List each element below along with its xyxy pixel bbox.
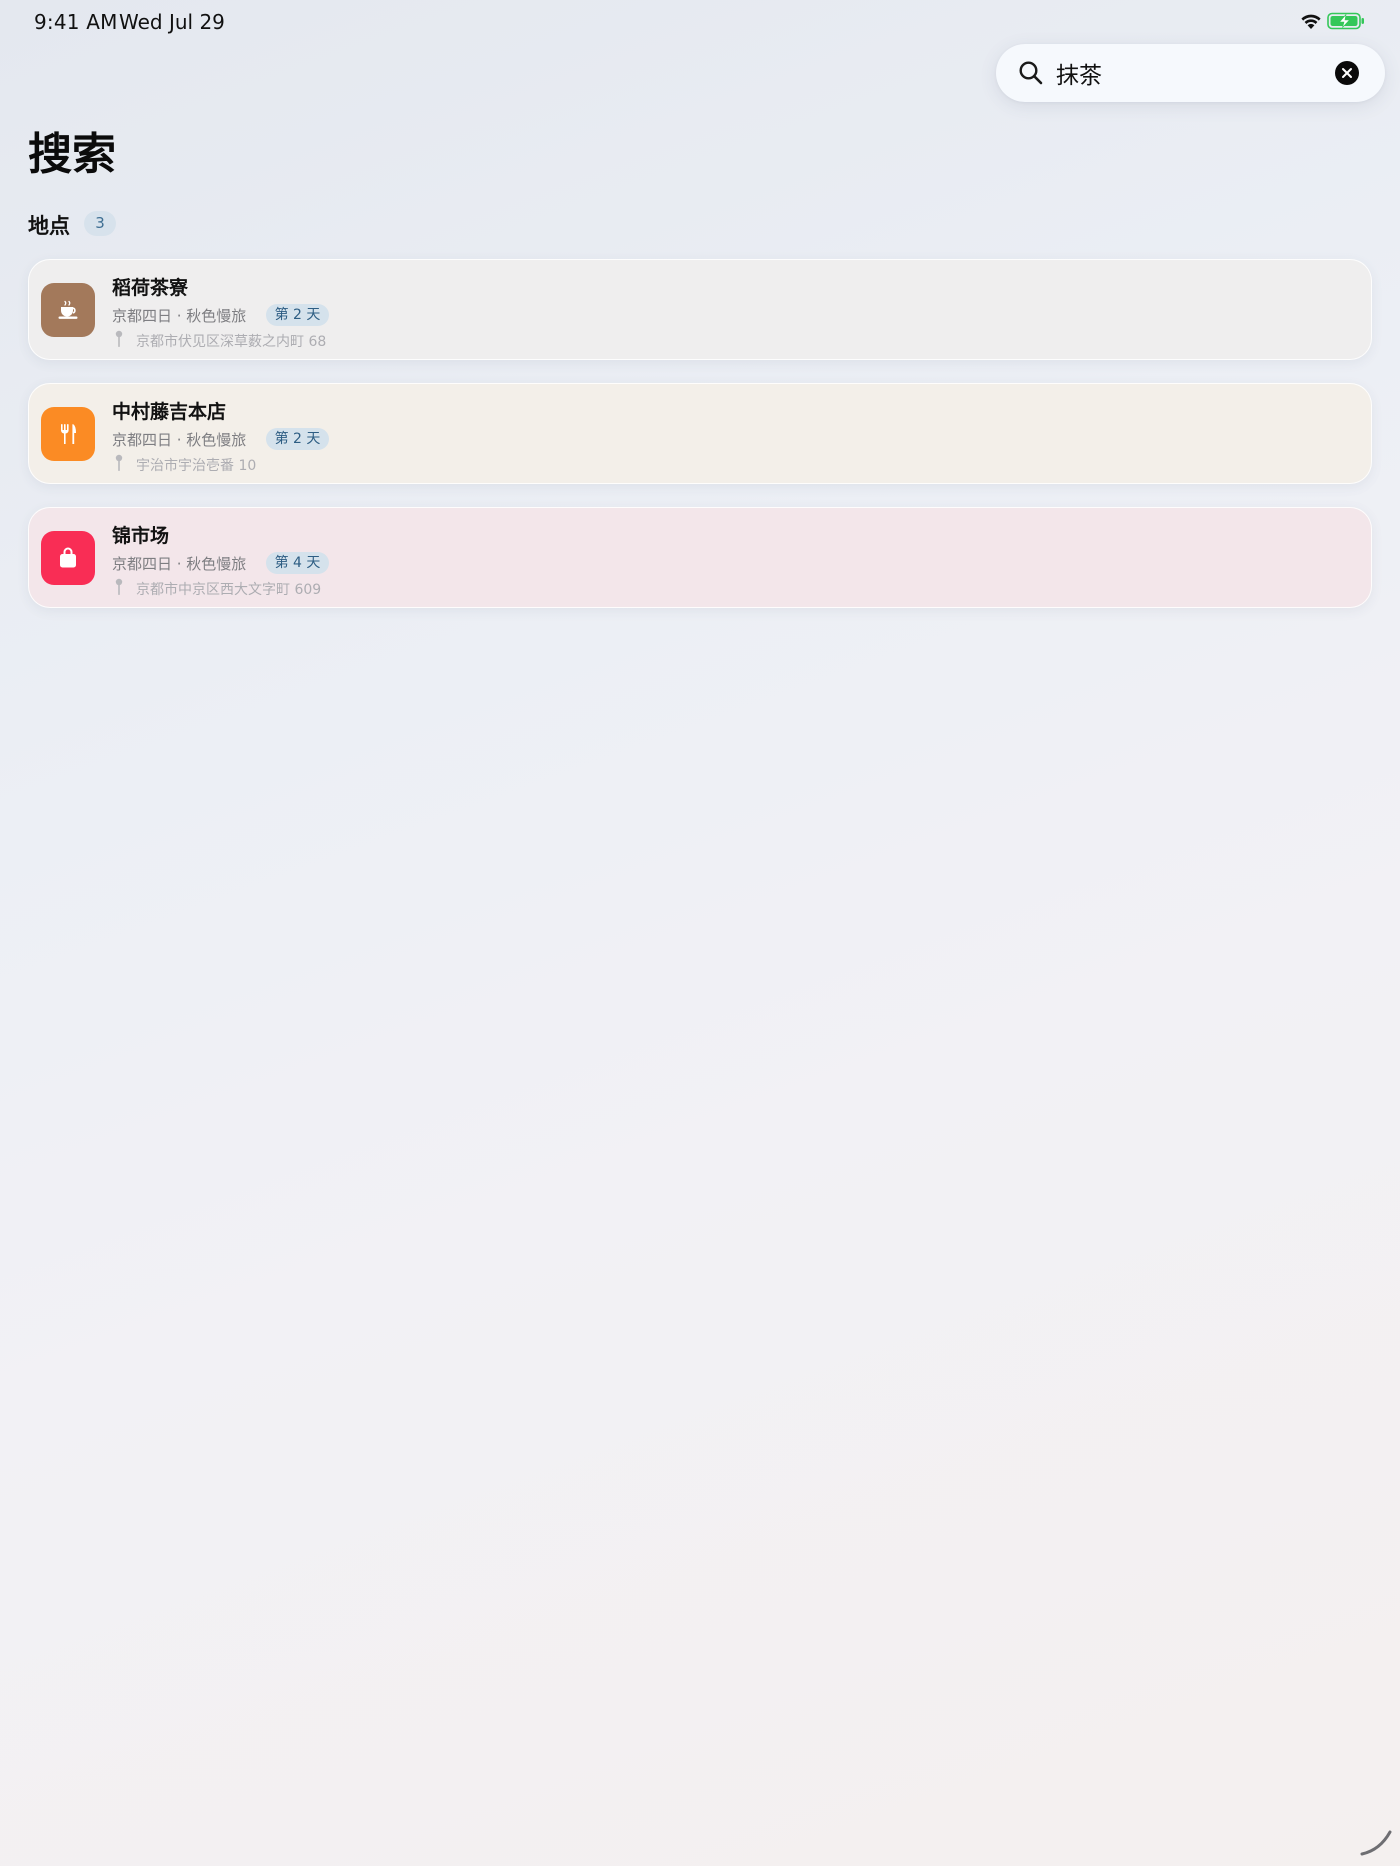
shopping-bag-icon [41, 531, 95, 585]
trip-name: 京都四日 · 秋色慢旅 [112, 555, 247, 573]
clear-icon[interactable] [1335, 61, 1359, 85]
place-name: 锦市场 [112, 525, 170, 547]
day-badge: 第 2 天 [266, 428, 329, 450]
day-badge: 第 4 天 [266, 552, 329, 574]
page-title: 搜索 [28, 129, 116, 180]
result-card[interactable]: 中村藤吉本店 京都四日 · 秋色慢旅 第 2 天 宇治市宇治壱番 10 [28, 383, 1372, 484]
address-text: 京都市伏见区深草薮之内町 68 [136, 334, 327, 350]
place-name: 稻荷茶寮 [112, 277, 189, 299]
pin-icon [115, 454, 123, 471]
search-icon [1019, 61, 1043, 85]
status-time: 9:41 AM [34, 10, 118, 34]
battery-charging-icon [1327, 12, 1364, 30]
trip-name: 京都四日 · 秋色慢旅 [112, 431, 247, 449]
wifi-icon [1301, 14, 1321, 29]
address-text: 京都市中京区西大文字町 609 [136, 582, 322, 598]
fork-knife-icon [41, 407, 95, 461]
pin-icon [115, 330, 123, 347]
trip-name: 京都四日 · 秋色慢旅 [112, 307, 247, 325]
pin-icon [115, 578, 123, 595]
count-badge: 3 [84, 211, 116, 236]
result-card[interactable]: 锦市场 京都四日 · 秋色慢旅 第 4 天 京都市中京区西大文字町 609 [28, 507, 1372, 608]
place-name: 中村藤吉本店 [112, 401, 227, 423]
status-bar: 9:41 AM Wed Jul 29 [0, 0, 1400, 44]
window-resize-handle[interactable] [1358, 1826, 1394, 1858]
status-date: Wed Jul 29 [119, 10, 225, 34]
day-badge: 第 2 天 [266, 304, 329, 326]
section-label: 地点 [28, 214, 70, 238]
address-text: 宇治市宇治壱番 10 [136, 458, 257, 474]
search-input[interactable] [1056, 53, 1316, 93]
result-card[interactable]: 稻荷茶寮 京都四日 · 秋色慢旅 第 2 天 京都市伏见区深草薮之内町 68 [28, 259, 1372, 360]
cup-icon [41, 283, 95, 337]
search-field[interactable] [996, 44, 1385, 102]
